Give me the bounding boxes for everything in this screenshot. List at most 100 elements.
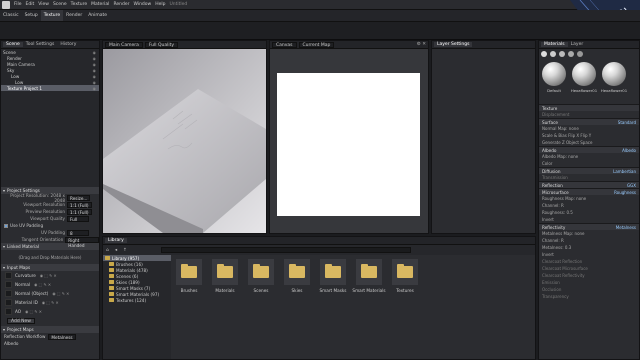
new-material-icon[interactable] (541, 51, 547, 57)
material-section-header[interactable]: Albedo Albedo (539, 146, 639, 153)
input-map-item[interactable]: AO ◉ ⬚ ✎ ✕ (1, 307, 99, 316)
input-map-actions-icon[interactable]: ◉ ⬚ ✎ ✕ (25, 309, 42, 314)
input-map-actions-icon[interactable]: ◉ ⬚ ✎ ✕ (42, 300, 59, 305)
library-home-icon[interactable]: ⌂ (106, 248, 109, 253)
use-uv-padding-checkbox[interactable] (4, 223, 8, 228)
material-property-row[interactable]: Transparency (539, 293, 639, 300)
viewport-3d[interactable]: Main Camera Full Quality (102, 40, 267, 234)
duplicate-material-icon[interactable] (550, 51, 556, 57)
input-map-slot[interactable] (5, 272, 12, 279)
camera-select[interactable]: Main Camera (105, 41, 143, 48)
material-thumbnail[interactable]: Hexaflower01 (571, 62, 597, 93)
material-property-row[interactable]: Clearcoat Microsurface (539, 265, 639, 272)
material-section-header[interactable]: Surface Standard (539, 118, 639, 125)
material-property-row[interactable]: Invert (539, 216, 639, 223)
viewport-resolution-select[interactable]: 1:1 (Full) (67, 201, 92, 208)
section-mode-select[interactable]: Albedo (622, 148, 636, 153)
input-map-actions-icon[interactable]: ◉ ⬚ ✎ ✕ (40, 273, 57, 278)
uv-padding-input[interactable]: 8 (67, 229, 89, 236)
material-property-row[interactable]: Channel: R (539, 237, 639, 244)
resize-button[interactable]: Resize... (67, 194, 91, 201)
visibility-eye-icon[interactable]: ◉ (93, 62, 96, 67)
tab-tool-settings[interactable]: Tool Settings (23, 42, 58, 47)
library-folder[interactable]: Smart Masks (319, 259, 347, 293)
menu-help[interactable]: Help (153, 2, 167, 7)
section-mode-select[interactable]: Roughness (614, 190, 636, 195)
material-property-row[interactable]: Albedo Map: none (539, 153, 639, 160)
visibility-eye-icon[interactable]: ◉ (93, 68, 96, 73)
material-section-header[interactable]: Microsurface Roughness (539, 188, 639, 195)
material-property-row[interactable]: Normal Map: none (539, 125, 639, 132)
add-new-input-map-button[interactable]: Add New (7, 318, 35, 324)
viewport-2d[interactable]: Canvas Current Map ⚙ ✕ (269, 40, 429, 234)
material-property-row[interactable]: Roughness: 0.5 (539, 209, 639, 216)
tab-render[interactable]: Render (63, 10, 85, 21)
tangent-orientation-select[interactable]: Right Handed (65, 236, 99, 248)
tab-layer[interactable]: Layer (568, 42, 587, 47)
tab-classic[interactable]: Classic (0, 10, 22, 21)
material-property-row[interactable]: Metalness: 0.3 (539, 244, 639, 251)
input-map-slot[interactable] (5, 299, 12, 306)
input-maps-header[interactable]: Input Maps (1, 264, 99, 271)
menu-window[interactable]: Window (131, 2, 153, 7)
library-tree-item[interactable]: Textures (124) (103, 297, 171, 303)
viewport-2d-settings-icon[interactable]: ⚙ ✕ (417, 42, 426, 47)
material-property-row[interactable]: Generate Z Object Space (539, 139, 639, 146)
library-folder[interactable]: Materials (211, 259, 239, 293)
input-map-item[interactable]: Normal ◉ ⬚ ✎ ✕ (1, 280, 99, 289)
material-property-row[interactable]: Clearcoat Reflection (539, 258, 639, 265)
preview-resolution-select[interactable]: 1:1 (Full) (67, 208, 92, 215)
library-folder[interactable]: Skies (283, 259, 311, 293)
viewport-quality-select[interactable]: Full (67, 215, 89, 222)
material-property-row[interactable]: Transmission (539, 174, 639, 181)
section-mode-select[interactable]: Standard (618, 120, 636, 125)
menu-render[interactable]: Render (111, 2, 131, 7)
menu-texture[interactable]: Texture (69, 2, 89, 7)
visibility-eye-icon[interactable]: ◉ (93, 56, 96, 61)
input-map-slot[interactable] (5, 281, 12, 288)
material-property-row[interactable]: Invert (539, 251, 639, 258)
material-property-row[interactable]: Roughness Map: none (539, 195, 639, 202)
visibility-eye-icon[interactable]: ◉ (93, 50, 96, 55)
tab-scene[interactable]: Scene (3, 42, 23, 47)
library-folder[interactable]: Smart Materials (352, 259, 386, 293)
library-folder[interactable]: Brushes (175, 259, 203, 293)
material-property-row[interactable]: Channel: R (539, 202, 639, 209)
material-section-header[interactable]: Texture (539, 104, 639, 111)
input-map-item[interactable]: Material ID ◉ ⬚ ✎ ✕ (1, 298, 99, 307)
material-section-header[interactable]: Reflection GGX (539, 181, 639, 188)
input-map-slot[interactable] (5, 290, 12, 297)
tab-materials[interactable]: Materials (541, 42, 568, 47)
material-property-row[interactable]: Scale & Bias Flip X Flip Y (539, 132, 639, 139)
visibility-eye-icon[interactable]: ◉ (93, 86, 96, 91)
material-property-row[interactable]: Displacement (539, 111, 639, 118)
material-thumbnail[interactable]: Hexaflower01 (601, 62, 627, 93)
material-property-row[interactable]: Clearcoat Reflectivity (539, 272, 639, 279)
menu-scene[interactable]: Scene (51, 2, 69, 7)
library-folder[interactable]: Scenes (247, 259, 275, 293)
material-thumbnail[interactable]: Default (541, 62, 567, 93)
tab-setup[interactable]: Setup (22, 10, 41, 21)
canvas-select[interactable]: Canvas (272, 41, 297, 48)
import-material-icon[interactable] (559, 51, 565, 57)
library-search-input[interactable] (160, 247, 411, 253)
material-section-header[interactable]: Diffusion Lambertian (539, 167, 639, 174)
input-map-slot[interactable] (5, 308, 12, 315)
library-back-icon[interactable]: ◂ (115, 248, 117, 253)
visibility-eye-icon[interactable]: ◉ (93, 80, 96, 85)
menu-material[interactable]: Material (89, 2, 111, 7)
tab-history[interactable]: History (57, 42, 79, 47)
project-maps-header[interactable]: Project Maps (1, 326, 99, 333)
section-mode-select[interactable]: Metalness (616, 225, 636, 230)
menu-view[interactable]: View (36, 2, 51, 7)
scene-tree-item[interactable]: Texture Project 1 ◉ (1, 85, 99, 91)
export-material-icon[interactable] (568, 51, 574, 57)
material-property-row[interactable]: Emission (539, 279, 639, 286)
input-map-item[interactable]: Curvature ◉ ⬚ ✎ ✕ (1, 271, 99, 280)
input-map-item[interactable]: Normal (Object) ◉ ⬚ ✎ ✕ (1, 289, 99, 298)
material-property-row[interactable]: Metalness Map: none (539, 230, 639, 237)
linked-material-drop-zone[interactable]: (Drag and Drop Materials Here) (1, 250, 99, 264)
material-property-row[interactable]: Occlusion (539, 286, 639, 293)
menu-file[interactable]: File (12, 2, 24, 7)
input-map-actions-icon[interactable]: ◉ ⬚ ✎ ✕ (52, 291, 69, 296)
